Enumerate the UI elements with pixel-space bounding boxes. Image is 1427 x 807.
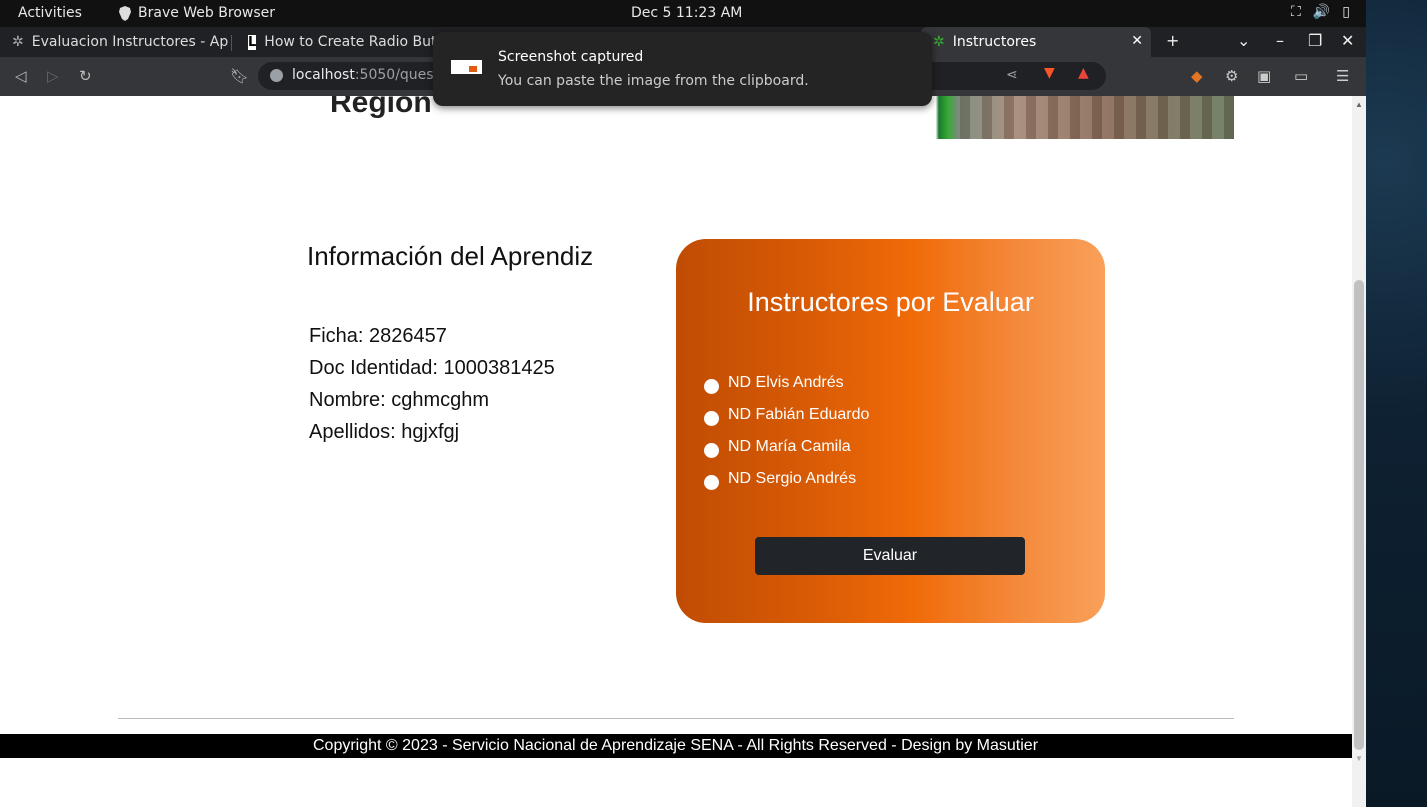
new-tab-icon[interactable]: + (1166, 31, 1179, 50)
bookmark-icon[interactable]: 🔖︎ (230, 67, 249, 85)
header-banner-image (920, 96, 1234, 139)
radio-option[interactable]: ND Fabián Eduardo (704, 399, 869, 431)
tab-radio-buttons[interactable]: L How to Create Radio But (236, 27, 436, 57)
instructor-radio-group: ND Elvis Andrés ND Fabián Eduardo ND Mar… (704, 367, 869, 495)
radio-button[interactable] (704, 378, 719, 394)
tab-title: Instructores (952, 34, 1037, 50)
close-window-icon[interactable]: ✕ (1341, 31, 1354, 50)
header-text-cut: Region (330, 96, 432, 119)
sidebar-icon[interactable]: ▣ (1257, 67, 1271, 85)
menu-icon[interactable]: ☰ (1336, 67, 1349, 85)
tab-title: Evaluacion Instructores - Ap (31, 34, 229, 50)
radio-option[interactable]: ND María Camila (704, 431, 869, 463)
url-host: localhost (292, 67, 355, 83)
copyright-text: Copyright © 2023 - Servicio Nacional de … (313, 737, 1039, 754)
card-title: Instructores por Evaluar (747, 287, 1034, 317)
back-icon[interactable]: ◁ (15, 67, 27, 85)
tab-title: How to Create Radio But (264, 34, 436, 50)
student-info: Ficha: 2826457 Doc Identidad: 1000381425… (309, 320, 555, 448)
scroll-up-icon[interactable]: ▲ (1355, 100, 1363, 109)
info-title: Información del Aprendiz (307, 241, 594, 271)
metamask-icon[interactable]: ◆ (1191, 67, 1203, 85)
screenshot-thumbnail (451, 60, 482, 74)
tab-separator (231, 35, 232, 51)
radio-label[interactable]: ND María Camila (728, 438, 851, 456)
radio-button[interactable] (704, 474, 719, 490)
scroll-down-icon[interactable]: ▼ (1355, 754, 1363, 763)
radio-button[interactable] (704, 410, 719, 426)
desktop-wallpaper (1366, 0, 1427, 807)
notification-body: You can paste the image from the clipboa… (498, 73, 809, 89)
system-top-bar: Activities Brave Web Browser Dec 5 11:23… (0, 0, 1366, 27)
tab-instructores[interactable]: ✲ Instructores ✕ (921, 27, 1151, 57)
brave-rewards-icon[interactable]: ▲ (1078, 65, 1089, 81)
footer: Copyright © 2023 - Servicio Nacional de … (0, 734, 1352, 758)
volume-icon: 🔊 (1312, 4, 1331, 20)
battery-icon: ▯ (1342, 4, 1350, 20)
scrollbar-thumb[interactable] (1354, 280, 1364, 750)
forward-icon[interactable]: ▷ (47, 67, 59, 85)
doc-text: Doc Identidad: 1000381425 (309, 357, 555, 379)
extensions-icon[interactable]: ⚙ (1225, 67, 1238, 85)
reload-icon[interactable]: ↻ (79, 67, 92, 85)
wallet-icon[interactable]: ▭ (1294, 67, 1308, 85)
letter-l-icon: L (248, 34, 257, 50)
app-name-label: Brave Web Browser (138, 5, 275, 21)
notification-title: Screenshot captured (498, 49, 644, 65)
radio-label[interactable]: ND Elvis Andrés (728, 374, 844, 392)
system-tray[interactable]: ⛶ 🔊 ▯ (1291, 4, 1350, 20)
page-viewport: Region Información del Aprendiz Ficha: 2… (0, 96, 1352, 807)
radio-label[interactable]: ND Fabián Eduardo (728, 406, 869, 424)
screenshot-notification[interactable]: Screenshot captured You can paste the im… (433, 32, 932, 106)
instructors-card: Instructores por Evaluar ND Elvis Andrés… (676, 239, 1105, 623)
clock[interactable]: Dec 5 11:23 AM (631, 5, 742, 21)
nombre-text: Nombre: cghmcghm (309, 389, 490, 411)
sena-icon: ✲ (12, 34, 24, 50)
brave-lion-icon (119, 5, 131, 21)
share-icon[interactable]: ⋖ (1006, 67, 1018, 83)
radio-button[interactable] (704, 442, 719, 458)
tab-list-chevron-icon[interactable]: ⌄ (1237, 31, 1250, 50)
site-info-icon[interactable] (270, 69, 283, 82)
brave-shields-icon[interactable]: ▼ (1044, 65, 1055, 81)
tab-evaluacion[interactable]: ✲ Evaluacion Instructores - Ap (0, 27, 232, 57)
evaluar-button[interactable]: Evaluar (755, 537, 1025, 575)
apellidos-text: Apellidos: hgjxfgj (309, 421, 460, 443)
radio-option[interactable]: ND Elvis Andrés (704, 367, 869, 399)
app-menu[interactable]: Brave Web Browser (118, 5, 275, 21)
activities-button[interactable]: Activities (18, 5, 82, 21)
radio-label[interactable]: ND Sergio Andrés (728, 470, 856, 488)
minimize-icon[interactable]: – (1276, 31, 1284, 50)
radio-option[interactable]: ND Sergio Andrés (704, 463, 869, 495)
page-scrollbar[interactable]: ▲ ▼ (1352, 96, 1366, 807)
network-icon: ⛶ (1291, 4, 1301, 20)
ficha-text: Ficha: 2826457 (309, 325, 447, 347)
sena-icon: ✲ (933, 34, 945, 50)
close-tab-icon[interactable]: ✕ (1131, 33, 1143, 49)
footer-divider (118, 718, 1234, 719)
maximize-icon[interactable]: ❐ (1308, 31, 1322, 50)
